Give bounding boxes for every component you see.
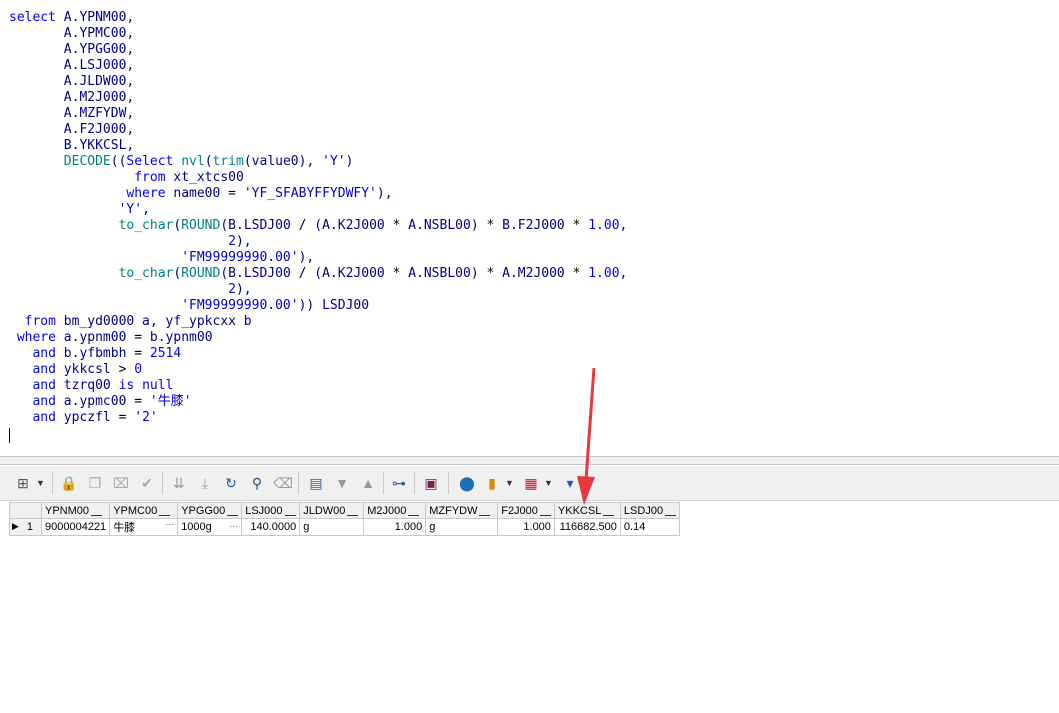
column-header-label: YPGG00 bbox=[181, 504, 226, 517]
cell-value: 牛膝 bbox=[113, 522, 136, 534]
column-header-m2j000[interactable]: M2J000 bbox=[363, 502, 427, 519]
fetch-last-icon[interactable]: ⤓ bbox=[196, 474, 214, 492]
column-header-jldw00[interactable]: JLDW00 bbox=[299, 502, 365, 519]
column-header-label: JLDW00 bbox=[303, 504, 346, 517]
column-header-lsj000[interactable]: LSJ000 bbox=[241, 502, 301, 519]
find-icon[interactable]: ⚲ bbox=[248, 474, 266, 492]
column-menu-icon[interactable] bbox=[227, 506, 239, 516]
cell-value: g bbox=[429, 521, 436, 533]
column-header-label: F2J000 bbox=[501, 504, 538, 517]
chevron-down-icon[interactable]: ▼ bbox=[544, 474, 553, 492]
insert-record-icon[interactable]: ❐ bbox=[86, 474, 104, 492]
cell-value: 1.000 bbox=[523, 521, 551, 533]
cell-value: 0.14 bbox=[623, 521, 646, 533]
column-menu-icon[interactable] bbox=[539, 506, 551, 516]
column-menu-icon[interactable] bbox=[479, 506, 491, 516]
column-header-ypmc00[interactable]: YPMC00 bbox=[109, 502, 179, 519]
toolbar-separator bbox=[52, 472, 53, 494]
column-menu-icon[interactable] bbox=[284, 506, 296, 516]
column-menu-icon[interactable] bbox=[91, 506, 103, 516]
column-header-label: YPNM00 bbox=[45, 504, 90, 517]
cell-value: 9000004221 bbox=[45, 521, 107, 533]
column-menu-icon[interactable] bbox=[603, 506, 615, 516]
cell-ypgg00[interactable]: 1000g ⋯ bbox=[177, 518, 243, 536]
post-icon[interactable]: ✔ bbox=[138, 474, 156, 492]
cell-ypmc00[interactable]: 牛膝 ⋯ bbox=[109, 518, 179, 536]
grid-layout-icon[interactable]: ⊞ bbox=[14, 474, 32, 492]
column-menu-icon[interactable] bbox=[408, 506, 420, 516]
lock-icon[interactable]: 🔒 bbox=[60, 474, 78, 492]
sql-text[interactable]: select A.YPNM00, A.YPMC00, A.YPGG00, A.L… bbox=[0, 0, 1059, 426]
column-header-mzfydw[interactable]: MZFYDW bbox=[425, 502, 499, 519]
chart-icon[interactable]: ▮ bbox=[483, 474, 501, 492]
cell-m2j000[interactable]: 1.000 bbox=[363, 518, 427, 536]
column-header-label: LSDJ00 bbox=[623, 504, 664, 517]
column-header-f2j000[interactable]: F2J000 bbox=[497, 502, 555, 519]
cell-f2j000[interactable]: 1.000 bbox=[497, 518, 555, 536]
toolbar-separator bbox=[414, 472, 415, 494]
delete-record-icon[interactable]: ⌧ bbox=[112, 474, 130, 492]
cell-lsdj00[interactable]: 0.14 bbox=[619, 518, 681, 536]
cell-lsj000[interactable]: 140.0000 bbox=[241, 518, 301, 536]
sql-editor[interactable]: select A.YPNM00, A.YPMC00, A.YPGG00, A.L… bbox=[0, 0, 1059, 456]
column-header-ykkcsl[interactable]: YKKCSL bbox=[553, 502, 621, 519]
result-grid[interactable]: YPNM00 YPMC00 YPGG00 LSJ000 JLDW00 M2J000 MZFY… bbox=[0, 500, 1059, 713]
cell-value: 116682.500 bbox=[559, 521, 617, 533]
previous-record-icon[interactable]: ▲ bbox=[359, 474, 377, 492]
toolbar-separator bbox=[298, 472, 299, 494]
save-icon[interactable]: ▣ bbox=[422, 474, 440, 492]
column-header-label: M2J000 bbox=[367, 504, 407, 517]
column-menu-icon[interactable] bbox=[347, 506, 359, 516]
column-header-label: MZFYDW bbox=[429, 504, 478, 517]
filter-icon[interactable]: ▾ bbox=[561, 474, 579, 492]
chevron-down-icon[interactable]: ▼ bbox=[505, 474, 514, 492]
row-header[interactable]: ▶ 1 bbox=[9, 518, 42, 536]
toolbar-separator bbox=[162, 472, 163, 494]
grid-options-icon[interactable]: ▦ bbox=[522, 474, 540, 492]
chevron-down-icon[interactable]: ▼ bbox=[36, 474, 45, 492]
text-caret bbox=[9, 428, 10, 443]
cell-value: 1.000 bbox=[394, 521, 423, 533]
ellipsis-button[interactable]: ⋯ bbox=[229, 521, 238, 532]
pane-splitter[interactable] bbox=[0, 456, 1059, 465]
column-menu-icon[interactable] bbox=[665, 506, 677, 516]
column-header-ypgg00[interactable]: YPGG00 bbox=[177, 502, 243, 519]
column-header-label: LSJ000 bbox=[245, 504, 283, 517]
clear-icon[interactable]: ⌫ bbox=[273, 474, 293, 492]
result-table: YPNM00 YPMC00 YPGG00 LSJ000 JLDW00 M2J000 MZFY… bbox=[9, 502, 681, 536]
ellipsis-button[interactable]: ⋯ bbox=[165, 519, 174, 530]
cell-value: 1000g bbox=[181, 521, 212, 533]
column-header-lsdj00[interactable]: LSDJ00 bbox=[619, 502, 681, 519]
column-header-label: YPMC00 bbox=[113, 504, 158, 517]
column-header-ypnm00[interactable]: YPNM00 bbox=[40, 502, 111, 519]
corner-cell[interactable] bbox=[9, 502, 42, 519]
cell-mzfydw[interactable]: g bbox=[425, 518, 499, 536]
column-menu-icon[interactable] bbox=[159, 506, 171, 516]
refresh-icon[interactable]: ↻ bbox=[222, 474, 240, 492]
result-toolbar: ⊞ ▼ 🔒 ❐ ⌧ ✔ ⇊ ⤓ ↻ ⚲ ⌫ ▤ ▼ ▲ ⊶ ▣ ⬤ ▮ ▼ ▦ … bbox=[0, 466, 1059, 500]
cell-ypnm00[interactable]: 9000004221 bbox=[40, 518, 111, 536]
cell-ykkcsl[interactable]: 116682.500 bbox=[553, 518, 621, 536]
query-by-example-icon[interactable]: ⊶ bbox=[390, 474, 408, 492]
toolbar-separator bbox=[383, 472, 384, 494]
current-row-icon: ▶ bbox=[12, 521, 19, 531]
cell-jldw00[interactable]: g bbox=[299, 518, 365, 536]
toolbar-separator bbox=[448, 472, 449, 494]
column-header-label: YKKCSL bbox=[557, 504, 602, 517]
fetch-next-icon[interactable]: ⇊ bbox=[170, 474, 188, 492]
next-record-icon[interactable]: ▼ bbox=[333, 474, 351, 492]
single-record-icon[interactable]: ▤ bbox=[307, 474, 325, 492]
row-number: 1 bbox=[26, 521, 34, 533]
table-row[interactable]: ▶ 1 9000004221 牛膝 ⋯ 1000g ⋯ 140.0000 g 1.000 g 1.00… bbox=[9, 518, 681, 536]
header-row: YPNM00 YPMC00 YPGG00 LSJ000 JLDW00 M2J000 MZFY… bbox=[9, 502, 681, 519]
export-icon[interactable]: ⬤ bbox=[458, 474, 476, 492]
cell-value: 140.0000 bbox=[250, 521, 297, 533]
cell-value: g bbox=[303, 521, 310, 533]
